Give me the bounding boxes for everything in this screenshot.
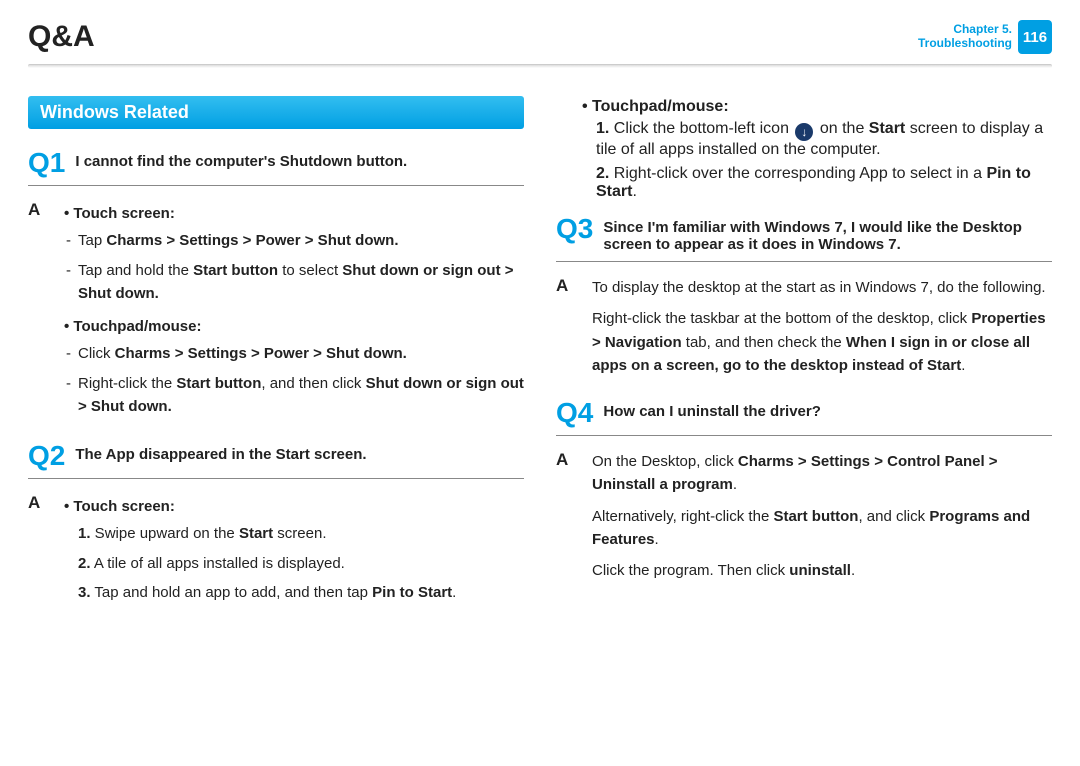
chapter-box: Chapter 5. Troubleshooting 116 (918, 20, 1052, 54)
a1-content: • Touch screen: Tap Charms > Settings > … (64, 200, 524, 424)
a3-row: A To display the desktop at the start as… (556, 276, 1052, 385)
a3-p2: Right-click the taskbar at the bottom of… (592, 307, 1052, 377)
down-arrow-icon: ↓ (795, 123, 813, 141)
a1-row: A • Touch screen: Tap Charms > Settings … (28, 200, 524, 424)
q4-label: Q4 (556, 399, 593, 427)
q2-label: Q2 (28, 442, 65, 470)
a4-p3: Click the program. Then click uninstall. (592, 559, 1052, 582)
a2-mouse-block: • Touchpad/mouse: 1. Click the bottom-le… (556, 98, 1052, 201)
q3-text: Since I'm familiar with Windows 7, I wou… (603, 215, 1052, 253)
a1-label: A (28, 200, 54, 220)
a4-row: A On the Desktop, click Charms > Setting… (556, 450, 1052, 590)
q1-text: I cannot find the computer's Shutdown bu… (75, 149, 407, 170)
a2-content: • Touch screen: 1. Swipe upward on the S… (64, 493, 524, 610)
q2-row: Q2 The App disappeared in the Start scre… (28, 442, 524, 479)
a1-mouse-head: • Touchpad/mouse: (64, 315, 524, 338)
chapter-label: Chapter 5. Troubleshooting (918, 23, 1012, 51)
q1-row: Q1 I cannot find the computer's Shutdown… (28, 149, 524, 186)
right-column: • Touchpad/mouse: 1. Click the bottom-le… (556, 96, 1052, 616)
left-column: Windows Related Q1 I cannot find the com… (28, 96, 524, 616)
a4-p2: Alternatively, right-click the Start but… (592, 505, 1052, 552)
a2-row: A • Touch screen: 1. Swipe upward on the… (28, 493, 524, 610)
a2-step1: 1. Swipe upward on the Start screen. (64, 522, 524, 545)
a2-label: A (28, 493, 54, 513)
page-number-badge: 116 (1018, 20, 1052, 54)
a1-mouse-item1: Click Charms > Settings > Power > Shut d… (64, 342, 524, 365)
chapter-line1: Chapter 5. (918, 23, 1012, 37)
page-header: Q&A Chapter 5. Troubleshooting 116 (28, 20, 1052, 54)
q4-text: How can I uninstall the driver? (603, 399, 821, 420)
a2-step2: 2. A tile of all apps installed is displ… (64, 552, 524, 575)
a3-p1: To display the desktop at the start as i… (592, 276, 1052, 299)
a2-mouse-step1: 1. Click the bottom-left icon ↓ on the S… (582, 120, 1052, 159)
section-header-windows-related: Windows Related (28, 96, 524, 129)
a4-p1: On the Desktop, click Charms > Settings … (592, 450, 1052, 497)
a2-touch-head: • Touch screen: (64, 495, 524, 518)
q3-label: Q3 (556, 215, 593, 243)
q1-label: Q1 (28, 149, 65, 177)
a4-label: A (556, 450, 582, 470)
content-columns: Windows Related Q1 I cannot find the com… (28, 96, 1052, 616)
q3-row: Q3 Since I'm familiar with Windows 7, I … (556, 215, 1052, 262)
a1-touch-item1: Tap Charms > Settings > Power > Shut dow… (64, 229, 524, 252)
a4-content: On the Desktop, click Charms > Settings … (592, 450, 1052, 590)
a1-touch-head: • Touch screen: (64, 202, 524, 225)
a3-label: A (556, 276, 582, 296)
page-title: Q&A (28, 20, 95, 54)
a1-mouse-item2: Right-click the Start button, and then c… (64, 372, 524, 419)
q2-text: The App disappeared in the Start screen. (75, 442, 366, 463)
a3-content: To display the desktop at the start as i… (592, 276, 1052, 385)
q4-row: Q4 How can I uninstall the driver? (556, 399, 1052, 436)
a2-step3: 3. Tap and hold an app to add, and then … (64, 581, 524, 604)
chapter-line2: Troubleshooting (918, 37, 1012, 51)
a1-touch-item2: Tap and hold the Start button to select … (64, 259, 524, 306)
a2-mouse-step2: 2. Right-click over the corresponding Ap… (582, 165, 1052, 201)
header-divider (28, 64, 1052, 68)
document-page: Q&A Chapter 5. Troubleshooting 116 Windo… (0, 0, 1080, 616)
a2-mouse-head: • Touchpad/mouse: (582, 98, 1052, 116)
